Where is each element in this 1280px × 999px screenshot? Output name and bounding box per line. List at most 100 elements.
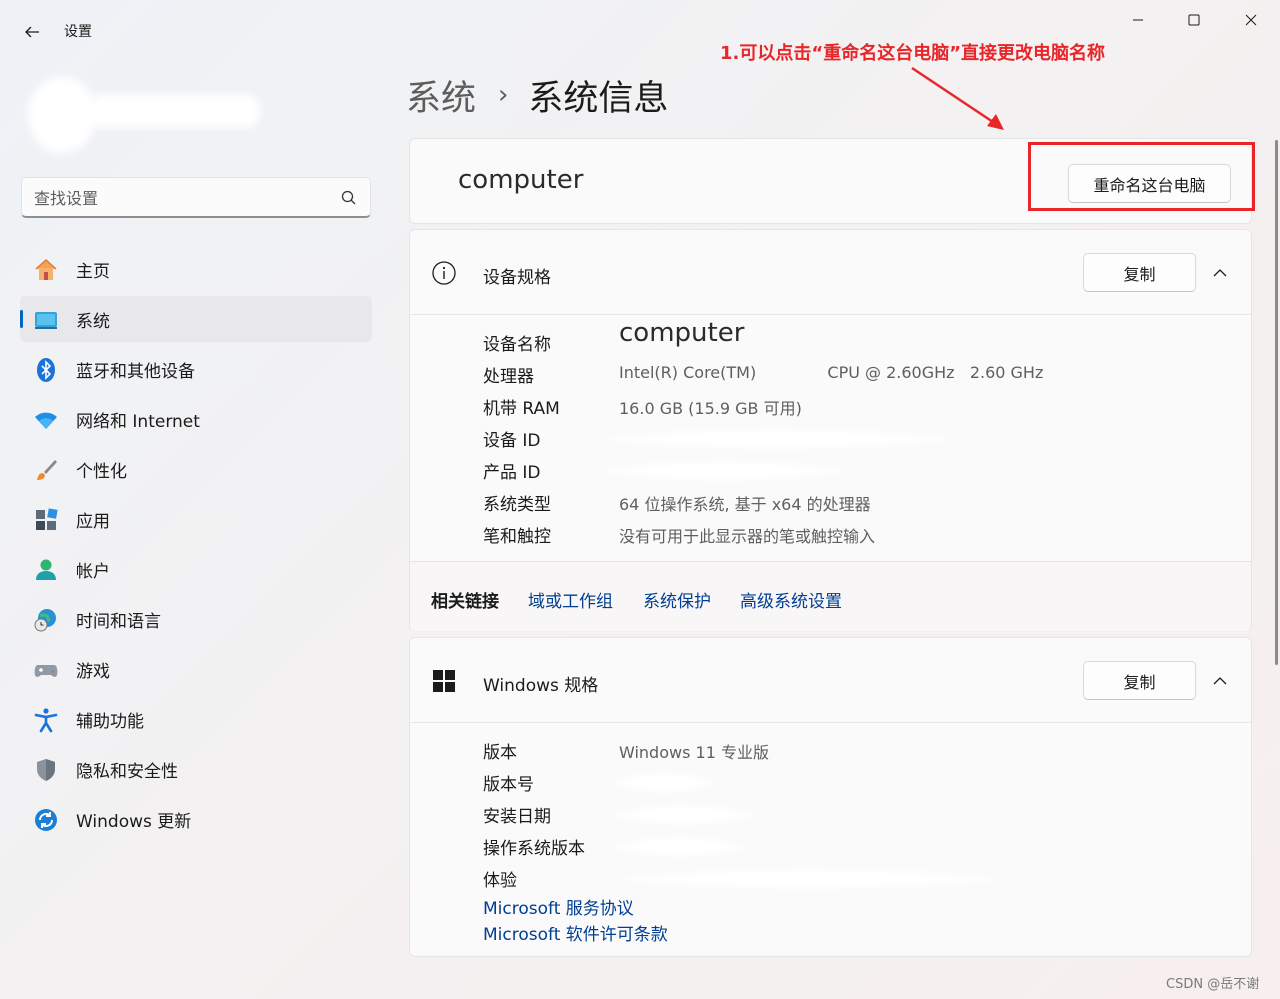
sidebar-item-accounts[interactable]: 帐户: [20, 546, 372, 592]
spec-key: 版本: [483, 743, 517, 763]
advanced-system-settings-link[interactable]: 高级系统设置: [740, 587, 842, 612]
spec-row: 设备名称 computer: [483, 318, 1183, 358]
sidebar-item-home[interactable]: 主页: [20, 246, 372, 292]
shield-icon: [37, 759, 55, 781]
spec-value: computer: [619, 318, 745, 348]
breadcrumb-parent[interactable]: 系统: [406, 70, 476, 121]
spec-row: 机带 RAM 16.0 GB (15.9 GB 可用): [483, 390, 1183, 422]
search-icon[interactable]: [340, 189, 358, 207]
spec-row: 体验: [483, 862, 1183, 894]
microsoft-license-terms-link[interactable]: Microsoft 软件许可条款: [483, 920, 1183, 946]
sidebar-item-label: 隐私和安全性: [76, 761, 178, 782]
spec-row: 安装日期: [483, 798, 1183, 830]
spec-row: 产品 ID: [483, 454, 1183, 486]
account-icon: [36, 559, 56, 580]
microsoft-services-agreement-link[interactable]: Microsoft 服务协议: [483, 894, 1183, 920]
sidebar-item-label: 个性化: [76, 461, 127, 482]
back-button[interactable]: [18, 18, 46, 46]
brush-icon: [37, 460, 57, 480]
windows-specs-title: Windows 规格: [483, 676, 599, 696]
spec-key: 版本号: [483, 775, 534, 795]
close-button[interactable]: [1231, 8, 1271, 32]
sidebar-nav: 主页 系统 蓝牙和其他设备 网络和 Internet 个性化 应用 帐户 时间和…: [20, 246, 372, 846]
device-specs-card: 设备规格 复制 设备名称 computer 处理器 Intel(R) Core(…: [409, 229, 1252, 633]
annotation-highlight-box: [1028, 142, 1255, 211]
sidebar-item-label: 应用: [76, 511, 110, 532]
device-specs-list: 设备名称 computer 处理器 Intel(R) Core(TM) CPU …: [483, 318, 1183, 550]
sidebar-item-personalization[interactable]: 个性化: [20, 446, 372, 492]
spec-row: 操作系统版本: [483, 830, 1183, 862]
spec-row: 版本 Windows 11 专业版: [483, 734, 1183, 766]
sidebar-item-apps[interactable]: 应用: [20, 496, 372, 542]
sidebar-item-label: 帐户: [76, 561, 110, 582]
spec-value: 64 位操作系统, 基于 x64 的处理器: [619, 495, 871, 514]
spec-key: 笔和触控: [483, 527, 551, 547]
windows-specs-card: Windows 规格 复制 版本 Windows 11 专业版 版本号 安装日期…: [409, 637, 1252, 957]
scrollbar[interactable]: [1275, 140, 1278, 665]
spec-key: 设备名称: [483, 335, 551, 355]
spec-row: 版本号: [483, 766, 1183, 798]
spec-key: 设备 ID: [483, 431, 541, 451]
account-profile-redacted[interactable]: [20, 70, 265, 160]
spec-row: 笔和触控 没有可用于此显示器的笔或触控输入: [483, 518, 1183, 550]
redaction-blur: [609, 804, 759, 826]
sidebar-item-windows-update[interactable]: Windows 更新: [20, 796, 372, 842]
sidebar-item-label: Windows 更新: [76, 811, 192, 832]
sidebar-item-time-language[interactable]: 时间和语言: [20, 596, 372, 642]
domain-workgroup-link[interactable]: 域或工作组: [528, 587, 613, 612]
redaction-blur: [593, 460, 853, 482]
copy-device-specs-button[interactable]: 复制: [1083, 253, 1196, 292]
device-specs-title: 设备规格: [483, 268, 551, 288]
watermark: CSDN @岳不谢: [1166, 977, 1260, 992]
spec-value: Intel(R) Core(TM) CPU @ 2.60GHz 2.60 GHz: [619, 363, 1044, 382]
related-links-bar: 相关链接 域或工作组 系统保护 高级系统设置: [410, 561, 1251, 633]
breadcrumb: 系统 › 系统信息: [406, 70, 668, 120]
spec-key: 系统类型: [483, 495, 551, 515]
accessibility-icon: [34, 708, 58, 733]
spec-value: 没有可用于此显示器的笔或触控输入: [619, 527, 876, 546]
redaction-blur: [28, 77, 260, 153]
spec-key: 安装日期: [483, 807, 551, 827]
system-protection-link[interactable]: 系统保护: [643, 587, 711, 612]
bluetooth-icon: [37, 358, 55, 382]
maximize-button[interactable]: [1174, 8, 1214, 32]
windows-specs-header[interactable]: Windows 规格 复制: [410, 638, 1251, 723]
spec-value: Windows 11 专业版: [619, 743, 769, 762]
spec-key: 操作系统版本: [483, 839, 585, 859]
spec-key: 产品 ID: [483, 463, 541, 483]
sidebar-item-label: 主页: [76, 261, 110, 282]
home-icon: [35, 258, 57, 280]
windows-specs-list: 版本 Windows 11 专业版 版本号 安装日期 操作系统版本 体验 Mic…: [483, 734, 1183, 946]
sidebar-item-bluetooth[interactable]: 蓝牙和其他设备: [20, 346, 372, 392]
info-icon: [432, 261, 456, 285]
gamepad-icon: [34, 665, 58, 677]
spec-row: 处理器 Intel(R) Core(TM) CPU @ 2.60GHz 2.60…: [483, 358, 1183, 390]
sidebar-item-system[interactable]: 系统: [20, 296, 372, 342]
globe-clock-icon: [34, 609, 56, 632]
update-icon: [35, 809, 57, 831]
sidebar-item-accessibility[interactable]: 辅助功能: [20, 696, 372, 742]
device-name: computer: [458, 165, 584, 195]
sidebar-item-label: 辅助功能: [76, 711, 144, 732]
minimize-icon: [1133, 19, 1143, 21]
spec-row: 系统类型 64 位操作系统, 基于 x64 的处理器: [483, 486, 1183, 518]
sidebar-item-gaming[interactable]: 游戏: [20, 646, 372, 692]
spec-row: 设备 ID: [483, 422, 1183, 454]
maximize-icon: [1188, 14, 1200, 26]
spec-key: 机带 RAM: [483, 399, 560, 419]
chevron-up-icon[interactable]: [1211, 672, 1229, 690]
spec-value: 16.0 GB (15.9 GB 可用): [619, 399, 802, 418]
sidebar-item-network[interactable]: 网络和 Internet: [20, 396, 372, 442]
minimize-button[interactable]: [1118, 8, 1158, 32]
wifi-icon: [35, 412, 57, 429]
sidebar-item-privacy[interactable]: 隐私和安全性: [20, 746, 372, 792]
search-box[interactable]: [21, 177, 371, 218]
sidebar-item-label: 网络和 Internet: [76, 411, 200, 432]
spec-key: 处理器: [483, 367, 534, 387]
sidebar-item-label: 游戏: [76, 661, 110, 682]
copy-windows-specs-button[interactable]: 复制: [1083, 661, 1196, 700]
device-specs-header[interactable]: 设备规格 复制: [410, 230, 1251, 315]
search-input[interactable]: [34, 186, 334, 210]
redaction-blur: [609, 836, 749, 858]
chevron-up-icon[interactable]: [1211, 264, 1229, 282]
